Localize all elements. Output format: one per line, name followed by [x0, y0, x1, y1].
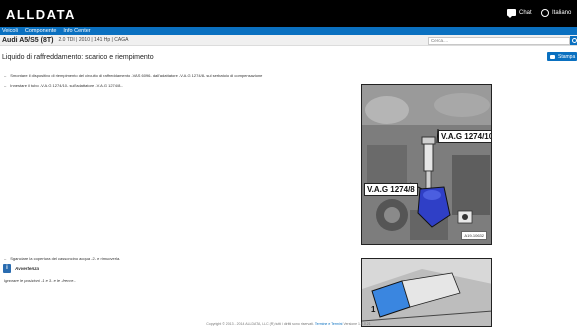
- nav-item-info-center[interactable]: Info Center: [63, 28, 90, 34]
- callout-vag-1274-10: V.A.G 1274/10: [438, 130, 491, 143]
- figure-label-1: 1: [371, 305, 376, 314]
- main-nav: Veicoli Componente Info Center: [0, 27, 577, 35]
- alldata-logo[interactable]: ALLDATA: [6, 7, 76, 22]
- footer-version: Versione 1.0.0.21: [343, 322, 371, 326]
- vehicle-details: 2.0 TDI | 2010 | 141 Hp | CAGA: [58, 37, 129, 43]
- footer-terms-link[interactable]: Termine e Termini: [315, 322, 343, 326]
- cover-photo: [362, 259, 491, 326]
- printer-icon: [550, 54, 555, 59]
- print-label: Stampa: [558, 53, 576, 60]
- page-title: Liquido di raffreddamento: scarico e rie…: [2, 54, 154, 61]
- search-button[interactable]: [570, 36, 577, 45]
- step-1-text: Smontare il dispositivo di riempimento d…: [10, 73, 263, 78]
- step-dash: –: [4, 256, 7, 261]
- chat-icon: [507, 9, 516, 18]
- nav-item-veicoli[interactable]: Veicoli: [2, 28, 18, 34]
- step-dash: –: [4, 73, 7, 78]
- warning-text: Ignorare le posizioni -1 e 3- e le -frec…: [4, 278, 76, 283]
- chat-button[interactable]: Chat: [507, 9, 532, 18]
- top-bar: ALLDATA Chat Italiano: [0, 0, 577, 27]
- figure-code: A19-10632: [461, 231, 487, 240]
- engine-photo: [362, 85, 491, 244]
- search-input[interactable]: [428, 36, 570, 45]
- step-3: – Sganciare la copertura del cassoncino a…: [4, 256, 120, 261]
- info-icon: i: [3, 264, 11, 273]
- vehicle-name[interactable]: Audi A5/S5 (8T): [2, 37, 53, 44]
- language-selector[interactable]: Italiano: [541, 9, 571, 17]
- language-label: Italiano: [552, 10, 572, 16]
- step-1: – Smontare il dispositivo di riempimento …: [4, 73, 262, 78]
- cover-diagram-figure[interactable]: 1: [361, 258, 492, 327]
- step-2-text: Innestare il tubo -V.A.G 1274/10- sull'a…: [10, 83, 123, 88]
- globe-icon: [541, 9, 549, 17]
- chat-label: Chat: [519, 9, 532, 16]
- warning-title: Avvertenza: [15, 266, 40, 271]
- step-3-text: Sganciare la copertura del cassoncino ac…: [10, 256, 121, 261]
- warning-box: i Avvertenza: [3, 264, 39, 273]
- step-2: – Innestare il tubo -V.A.G 1274/10- sull'…: [4, 83, 123, 88]
- vehicle-bar: Audi A5/S5 (8T) 2.0 TDI | 2010 | 141 Hp …: [0, 35, 577, 46]
- nav-item-componente[interactable]: Componente: [25, 28, 57, 34]
- step-dash: –: [4, 83, 7, 88]
- print-button[interactable]: Stampa: [547, 52, 577, 61]
- callout-vag-1274-8: V.A.G 1274/8: [364, 183, 418, 196]
- footer: Copyright © 2013 - 2014 ALLDATA, LLC (R)…: [0, 322, 577, 326]
- engine-diagram-figure[interactable]: V.A.G 1274/10 V.A.G 1274/8 A19-10632: [361, 84, 492, 245]
- footer-copyright: Copyright © 2013 - 2014 ALLDATA, LLC (R)…: [206, 322, 314, 326]
